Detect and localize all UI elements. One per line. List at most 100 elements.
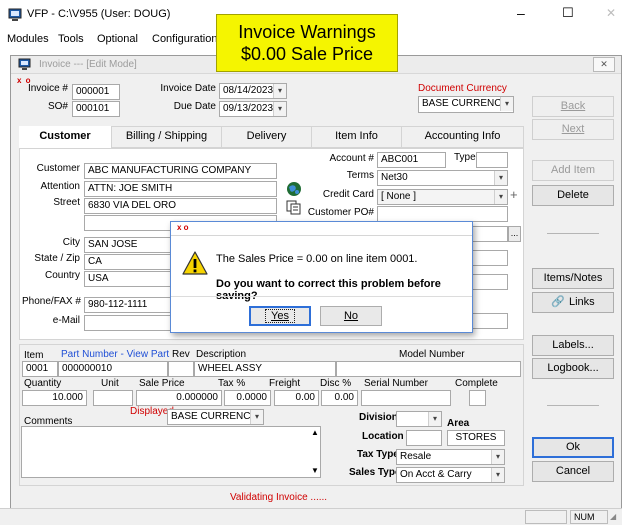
- scroll-down-icon[interactable]: ▼: [311, 466, 319, 475]
- close-button[interactable]: ✕: [606, 6, 616, 20]
- item-label: Item: [24, 350, 44, 361]
- view-part-link[interactable]: Part Number - View Part: [61, 349, 169, 360]
- app-icon: [8, 8, 22, 21]
- yes-button[interactable]: Yes: [249, 306, 311, 326]
- add-credit-card-button[interactable]: +: [510, 187, 518, 202]
- tax-type-label: Tax Type: [357, 449, 399, 460]
- freight-field[interactable]: 0.00: [274, 390, 319, 406]
- sale-price-field[interactable]: 0.000000: [136, 390, 222, 406]
- tax-label: Tax %: [218, 378, 246, 389]
- copy-address-icon[interactable]: [286, 200, 301, 215]
- customer-extra-field[interactable]: [470, 274, 508, 290]
- comments-textarea[interactable]: [21, 426, 321, 478]
- area-field[interactable]: STORES: [447, 430, 505, 446]
- disc-field[interactable]: 0.00: [321, 390, 358, 406]
- tax-field[interactable]: 0.0000: [224, 390, 271, 406]
- menu-configuration[interactable]: Configuration: [152, 33, 217, 45]
- invoice-number-field[interactable]: 000001: [72, 84, 120, 100]
- customer-field[interactable]: ABC MANUFACTURING COMPANY: [84, 163, 277, 179]
- item-number-field[interactable]: 0001: [22, 361, 58, 377]
- yes-label: Yes: [265, 309, 295, 323]
- warning-dialog: x o The Sales Price = 0.00 on line item …: [170, 221, 473, 333]
- maximize-button[interactable]: ☐: [562, 5, 574, 21]
- due-date-label: Due Date: [173, 101, 216, 112]
- model-number-field[interactable]: [336, 361, 521, 377]
- chevron-down-icon[interactable]: ▾: [500, 97, 513, 111]
- invoice-date-field[interactable]: 08/14/2023 ▾: [219, 83, 287, 99]
- lookup-button[interactable]: ...: [508, 226, 521, 242]
- tab-customer[interactable]: Customer: [19, 126, 112, 149]
- attention-field[interactable]: ATTN: JOE SMITH: [84, 181, 277, 197]
- labels-button[interactable]: Labels...: [532, 335, 614, 356]
- quantity-field[interactable]: 10.000: [22, 390, 87, 406]
- tab-accounting-info[interactable]: Accounting Info: [402, 126, 524, 147]
- type-label: Type: [454, 152, 476, 163]
- complete-checkbox[interactable]: [469, 390, 486, 406]
- menu-modules[interactable]: Modules: [7, 33, 49, 45]
- displayed-currency-select[interactable]: BASE CURRENCY ▾: [167, 409, 264, 425]
- division-select[interactable]: ▾: [396, 411, 442, 427]
- city-label: City: [62, 237, 80, 248]
- tab-delivery[interactable]: Delivery: [222, 126, 312, 147]
- model-number-label: Model Number: [399, 349, 465, 360]
- chevron-down-icon[interactable]: ▾: [491, 468, 504, 482]
- customer-extra-field[interactable]: [470, 313, 508, 329]
- delete-button[interactable]: Delete: [532, 185, 614, 206]
- tax-type-select[interactable]: Resale ▾: [396, 449, 505, 465]
- warning-icon: [182, 251, 208, 275]
- freight-label: Freight: [269, 378, 301, 389]
- so-number-field[interactable]: 000101: [72, 101, 120, 117]
- links-button[interactable]: 🔗 Links: [532, 292, 614, 313]
- part-number-field[interactable]: 000000010: [58, 361, 168, 377]
- next-button[interactable]: Next: [532, 119, 614, 140]
- credit-card-label: Credit Card: [322, 189, 374, 200]
- dialog-indicator: x o: [177, 223, 189, 232]
- chevron-down-icon[interactable]: ▾: [428, 412, 441, 426]
- sales-type-select[interactable]: On Acct & Carry ▾: [396, 467, 505, 483]
- resize-grip-icon[interactable]: ◢: [610, 512, 616, 521]
- street-field[interactable]: 6830 VIA DEL ORO: [84, 198, 277, 214]
- dialog-message: The Sales Price = 0.00 on line item 0001…: [216, 253, 418, 265]
- email-label: e-Mail: [52, 315, 80, 326]
- customer-extra-field[interactable]: [470, 250, 508, 266]
- customer-extra-field[interactable]: [470, 226, 508, 242]
- logbook-button[interactable]: Logbook...: [532, 358, 614, 379]
- add-item-button[interactable]: Add Item: [532, 160, 614, 181]
- unit-label: Unit: [101, 378, 119, 389]
- ok-button[interactable]: Ok: [532, 437, 614, 458]
- customer-po-field[interactable]: [377, 206, 508, 222]
- location-field[interactable]: [406, 430, 442, 446]
- rev-field[interactable]: [168, 361, 194, 377]
- rev-label: Rev: [172, 349, 190, 360]
- chevron-down-icon[interactable]: ▾: [491, 450, 504, 464]
- no-button[interactable]: No: [320, 306, 382, 326]
- menu-tools[interactable]: Tools: [58, 33, 84, 45]
- due-date-field[interactable]: 09/13/2023 ▾: [219, 101, 287, 117]
- type-field[interactable]: [476, 152, 508, 168]
- tab-billing-shipping[interactable]: Billing / Shipping: [112, 126, 222, 147]
- chevron-down-icon[interactable]: ▾: [494, 171, 507, 185]
- paperclip-icon: 🔗: [551, 296, 565, 308]
- chevron-down-icon[interactable]: ▾: [273, 102, 286, 116]
- account-number-field[interactable]: ABC001: [377, 152, 446, 168]
- chevron-down-icon[interactable]: ▾: [250, 410, 263, 424]
- window-close-button[interactable]: ✕: [593, 57, 615, 72]
- menu-optional[interactable]: Optional: [97, 33, 138, 45]
- items-notes-button[interactable]: Items/Notes: [532, 268, 614, 289]
- chevron-down-icon[interactable]: ▾: [494, 190, 507, 204]
- unit-field[interactable]: [93, 390, 133, 406]
- serial-number-field[interactable]: [361, 390, 451, 406]
- description-field[interactable]: WHEEL ASSY: [194, 361, 336, 377]
- document-currency-select[interactable]: BASE CURRENCY ▾: [418, 96, 514, 113]
- scroll-up-icon[interactable]: ▲: [311, 428, 319, 437]
- chevron-down-icon[interactable]: ▾: [273, 84, 286, 98]
- minimize-button[interactable]: –: [517, 5, 525, 21]
- cancel-button[interactable]: Cancel: [532, 461, 614, 482]
- attention-label: Attention: [40, 181, 80, 192]
- credit-card-select[interactable]: [ None ] ▾: [377, 189, 508, 205]
- tab-item-info[interactable]: Item Info: [312, 126, 402, 147]
- street-label: Street: [53, 197, 80, 208]
- back-button[interactable]: Back: [532, 96, 614, 117]
- invoice-warnings-callout: Invoice Warnings $0.00 Sale Price: [216, 14, 398, 72]
- terms-select[interactable]: Net30 ▾: [377, 170, 508, 186]
